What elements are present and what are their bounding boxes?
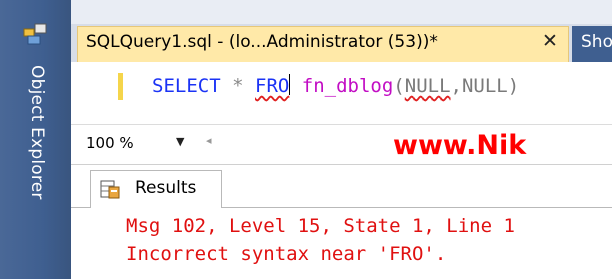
token-star: * [232, 75, 244, 97]
token-function: fn_dblog [301, 75, 394, 97]
token-comma: , [450, 75, 462, 97]
scroll-left-icon[interactable]: ◂ [206, 135, 216, 147]
code-line-1[interactable]: SELECT * FRO fn_dblog(NULL,NULL) [152, 74, 519, 97]
object-explorer-panel[interactable]: Object Explorer [0, 0, 71, 279]
tab-sqlquery1-title[interactable]: SQLQuery1.sql - (lo...Administrator (53)… [86, 32, 438, 52]
watermark-text: www.Nik [393, 130, 527, 161]
window-top-frame [71, 0, 612, 24]
error-message-line-2: Incorrect syntax near 'FRO'. [126, 243, 447, 265]
error-message-line-1: Msg 102, Level 15, State 1, Line 1 [126, 215, 515, 237]
chevron-down-icon[interactable]: ▼ [176, 136, 188, 148]
close-tab-icon[interactable]: ✕ [539, 30, 561, 52]
tab-next-label[interactable]: Sho [581, 32, 612, 52]
results-grid-icon [100, 180, 120, 199]
text-caret [289, 74, 291, 95]
token-close-paren: ) [507, 75, 520, 97]
line-change-marker [118, 73, 123, 100]
token-null-2: NULL [461, 75, 508, 97]
token-open-paren: ( [393, 75, 405, 97]
object-explorer-label[interactable]: Object Explorer [27, 65, 47, 200]
token-null-1: NULL [404, 75, 451, 97]
token-fro-error: FRO [255, 75, 290, 97]
tab-results-label[interactable]: Results [135, 178, 196, 198]
keyword-select: SELECT [152, 75, 221, 97]
zoom-value[interactable]: 100 % [86, 134, 134, 152]
object-explorer-icon[interactable] [23, 23, 47, 45]
